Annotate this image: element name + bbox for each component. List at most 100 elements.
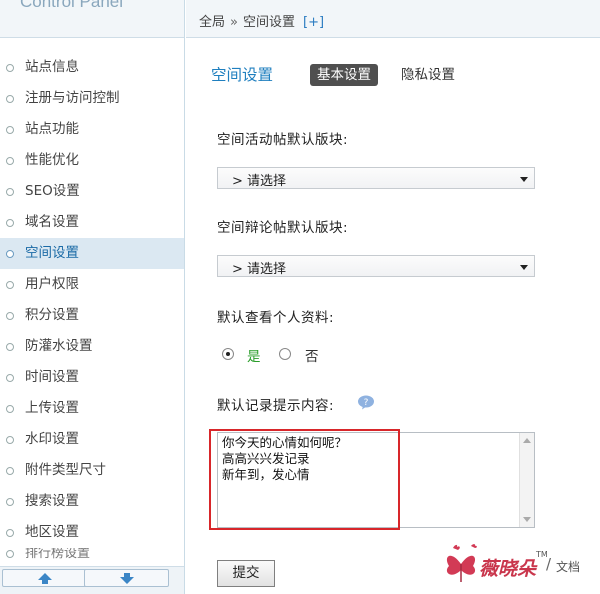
textarea-line: 高高兴兴发记录 xyxy=(222,451,310,466)
bullet-icon xyxy=(6,436,14,444)
dropdown-arrow-icon xyxy=(520,265,528,270)
activity-board-select[interactable]: > 请选择 xyxy=(217,167,535,189)
sidebar: Control Panel 站点信息 注册与访问控制 站点功能 性能优化 SEO… xyxy=(0,0,185,594)
debate-board-label: 空间辩论帖默认版块: xyxy=(217,220,349,236)
sidebar-item-label: 注册与访问控制 xyxy=(25,90,120,106)
sidebar-item-performance[interactable]: 性能优化 xyxy=(0,145,184,176)
sidebar-item-registration[interactable]: 注册与访问控制 xyxy=(0,83,184,114)
page-title: 空间设置 xyxy=(211,66,274,84)
bullet-icon xyxy=(6,312,14,320)
sidebar-item-credits[interactable]: 积分设置 xyxy=(0,300,184,331)
dropdown-arrow-icon xyxy=(520,177,528,182)
sidebar-item-attachment-types[interactable]: 附件类型尺寸 xyxy=(0,455,184,486)
sidebar-item-anti-spam[interactable]: 防灌水设置 xyxy=(0,331,184,362)
sidebar-item-label: 性能优化 xyxy=(25,152,79,168)
breadcrumb-current: 空间设置 xyxy=(242,15,295,30)
watermark-sub: 文档 xyxy=(556,560,581,574)
scroll-down-button[interactable] xyxy=(84,569,169,587)
bullet-icon xyxy=(6,550,14,558)
arrow-down-icon xyxy=(120,573,134,584)
bullet-icon xyxy=(6,219,14,227)
radio-yes-label[interactable]: 是 xyxy=(247,345,261,365)
bullet-icon xyxy=(6,188,14,196)
sidebar-item-seo[interactable]: SEO设置 xyxy=(0,176,184,207)
debate-board-select[interactable]: > 请选择 xyxy=(217,255,535,277)
bullet-icon xyxy=(6,405,14,413)
submit-button[interactable]: 提交 xyxy=(217,560,275,587)
svg-text:?: ? xyxy=(364,398,369,408)
radio-no-label[interactable]: 否 xyxy=(305,345,319,365)
sidebar-item-label: SEO设置 xyxy=(25,183,80,199)
radio-yes[interactable] xyxy=(222,348,234,360)
sidebar-item-watermark[interactable]: 水印设置 xyxy=(0,424,184,455)
sidebar-item-label: 站点信息 xyxy=(25,59,79,75)
breadcrumb-separator: » xyxy=(230,15,238,30)
breadcrumb-root[interactable]: 全局 xyxy=(199,15,225,30)
sidebar-item-label: 空间设置 xyxy=(25,245,79,261)
bullet-icon xyxy=(6,126,14,134)
watermark-brand: 薇晓朵 xyxy=(479,558,537,580)
radio-no[interactable] xyxy=(279,348,291,360)
sidebar-item-label: 用户权限 xyxy=(25,276,79,292)
scroll-up-button[interactable] xyxy=(2,569,87,587)
main-panel: 空间设置 基本设置 隐私设置 空间活动帖默认版块: > 请选择 空间辩论帖默认版… xyxy=(186,39,600,594)
textarea-content: 你今天的心情如何呢？ 高高兴兴发记录 新年到，发心情 xyxy=(222,435,347,483)
sidebar-item-domain[interactable]: 域名设置 xyxy=(0,207,184,238)
sidebar-item-label: 域名设置 xyxy=(25,214,79,230)
activity-board-label: 空间活动帖默认版块: xyxy=(217,132,349,148)
butterfly-logo-icon xyxy=(446,544,477,582)
sidebar-item-ranking[interactable]: 排行榜设置 xyxy=(0,548,184,564)
sidebar-item-label: 站点功能 xyxy=(25,121,79,137)
sidebar-item-search[interactable]: 搜索设置 xyxy=(0,486,184,517)
select-value: > 请选择 xyxy=(232,262,287,277)
watermark-logo: 薇晓朵 TM / 文档 xyxy=(439,540,600,594)
sidebar-item-label: 地区设置 xyxy=(25,524,79,540)
scroll-down-arrow-icon[interactable] xyxy=(523,517,531,522)
sidebar-item-upload[interactable]: 上传设置 xyxy=(0,393,184,424)
brand-header: Control Panel xyxy=(0,0,184,38)
sidebar-item-time[interactable]: 时间设置 xyxy=(0,362,184,393)
arrow-up-icon xyxy=(38,573,52,584)
scroll-up-arrow-icon[interactable] xyxy=(523,438,531,443)
sidebar-item-label: 排行榜设置 xyxy=(25,548,91,561)
bullet-icon xyxy=(6,250,14,258)
sidebar-item-permissions[interactable]: 用户权限 xyxy=(0,269,184,300)
watermark-slash: / xyxy=(546,555,552,573)
bullet-icon xyxy=(6,529,14,537)
sidebar-item-label: 上传设置 xyxy=(25,400,79,416)
sidebar-item-site-features[interactable]: 站点功能 xyxy=(0,114,184,145)
sidebar-item-label: 防灌水设置 xyxy=(25,338,93,354)
bullet-icon xyxy=(6,157,14,165)
sidebar-item-label: 水印设置 xyxy=(25,431,79,447)
textarea-scrollbar[interactable] xyxy=(519,433,534,527)
record-hint-label: 默认记录提示内容: xyxy=(217,398,335,414)
sidebar-item-region[interactable]: 地区设置 xyxy=(0,517,184,548)
help-bubble-icon[interactable]: ? xyxy=(357,395,375,410)
textarea-line: 你今天的心情如何呢？ xyxy=(222,435,348,450)
tab-basic-settings[interactable]: 基本设置 xyxy=(310,64,378,86)
sidebar-item-space[interactable]: 空间设置 xyxy=(0,238,184,269)
sidebar-item-label: 时间设置 xyxy=(25,369,79,385)
tab-privacy-settings[interactable]: 隐私设置 xyxy=(394,64,462,86)
sidebar-scroll-controls xyxy=(0,566,184,594)
sidebar-item-label: 搜索设置 xyxy=(25,493,79,509)
brand-title: Control Panel xyxy=(20,0,124,11)
bullet-icon xyxy=(6,281,14,289)
bullet-icon xyxy=(6,343,14,351)
textarea-line: 新年到，发心情 xyxy=(222,467,310,482)
breadcrumb: 全局 » 空间设置 [+] xyxy=(199,11,324,30)
select-value: > 请选择 xyxy=(232,174,287,189)
bullet-icon xyxy=(6,95,14,103)
bullet-icon xyxy=(6,64,14,72)
sidebar-item-label: 附件类型尺寸 xyxy=(25,462,106,478)
default-profile-label: 默认查看个人资料: xyxy=(217,310,335,326)
sidebar-nav: 站点信息 注册与访问控制 站点功能 性能优化 SEO设置 域名设置 空间设置 用… xyxy=(0,52,184,564)
record-hint-textarea[interactable]: 你今天的心情如何呢？ 高高兴兴发记录 新年到，发心情 xyxy=(217,432,535,528)
top-bar: 全局 » 空间设置 [+] xyxy=(186,0,600,38)
bullet-icon xyxy=(6,374,14,382)
bullet-icon xyxy=(6,467,14,475)
sidebar-item-label: 积分设置 xyxy=(25,307,79,323)
sidebar-item-site-info[interactable]: 站点信息 xyxy=(0,52,184,83)
bullet-icon xyxy=(6,498,14,506)
add-shortcut-button[interactable]: [+] xyxy=(303,15,324,30)
